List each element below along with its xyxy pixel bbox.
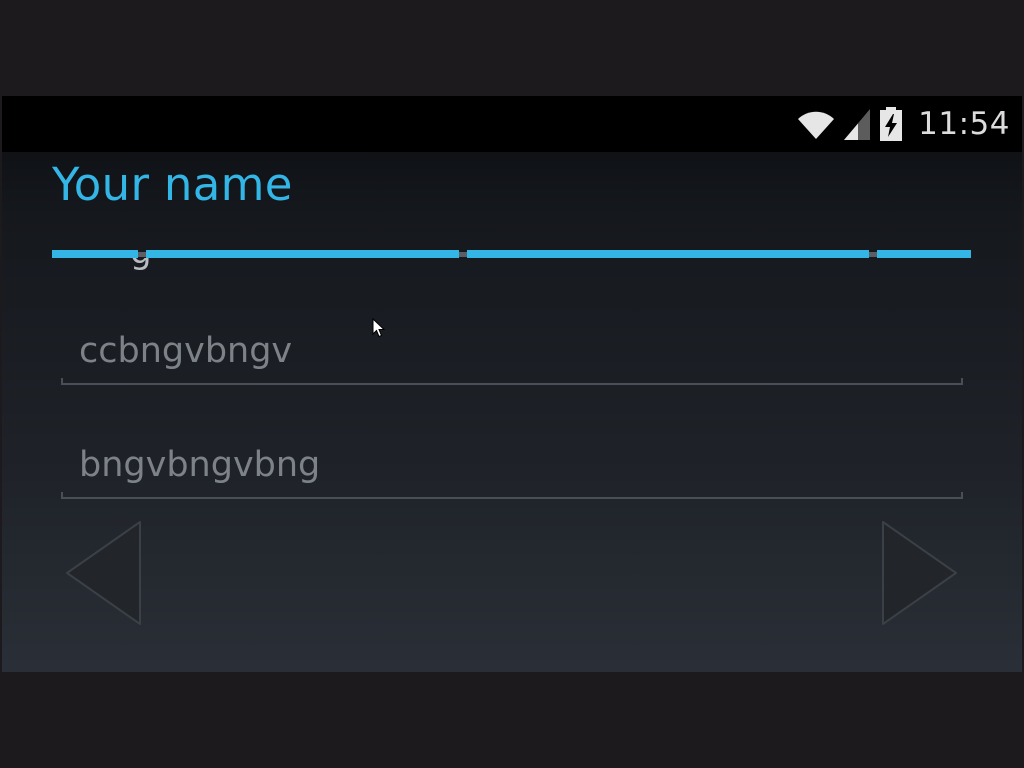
previous-button[interactable] — [64, 520, 144, 626]
page-title: Your name — [52, 158, 293, 211]
field-underline-tick — [61, 492, 63, 499]
last-name-field[interactable] — [61, 437, 963, 499]
progress-segment — [52, 250, 138, 258]
wifi-icon — [796, 107, 836, 141]
triangle-left-icon — [66, 521, 141, 625]
field-underline — [61, 497, 963, 499]
progress-segment — [146, 250, 459, 258]
battery-charging-icon — [878, 106, 904, 142]
progress-segment — [877, 250, 971, 258]
triangle-right-icon — [882, 521, 957, 625]
scrolled-text-fragment: g — [130, 258, 152, 272]
progress-divider — [869, 252, 877, 257]
first-name-field[interactable] — [61, 323, 963, 385]
field-underline — [61, 383, 963, 385]
first-name-input[interactable] — [61, 323, 963, 379]
last-name-input[interactable] — [61, 437, 963, 493]
mouse-pointer-icon — [372, 317, 386, 342]
field-underline-tick — [961, 378, 963, 385]
device-screen: 11:54 Your name g — [2, 96, 1022, 672]
field-underline-tick — [961, 492, 963, 499]
status-bar: 11:54 — [2, 96, 1022, 152]
next-button[interactable] — [880, 520, 960, 626]
field-underline-tick — [61, 378, 63, 385]
signal-icon — [842, 107, 872, 141]
progress-divider — [138, 252, 146, 257]
status-icons: 11:54 — [796, 104, 1010, 144]
progress-divider — [459, 252, 467, 257]
step-progress-bar — [52, 250, 971, 258]
progress-segment — [467, 250, 869, 258]
status-clock: 11:54 — [918, 106, 1010, 142]
